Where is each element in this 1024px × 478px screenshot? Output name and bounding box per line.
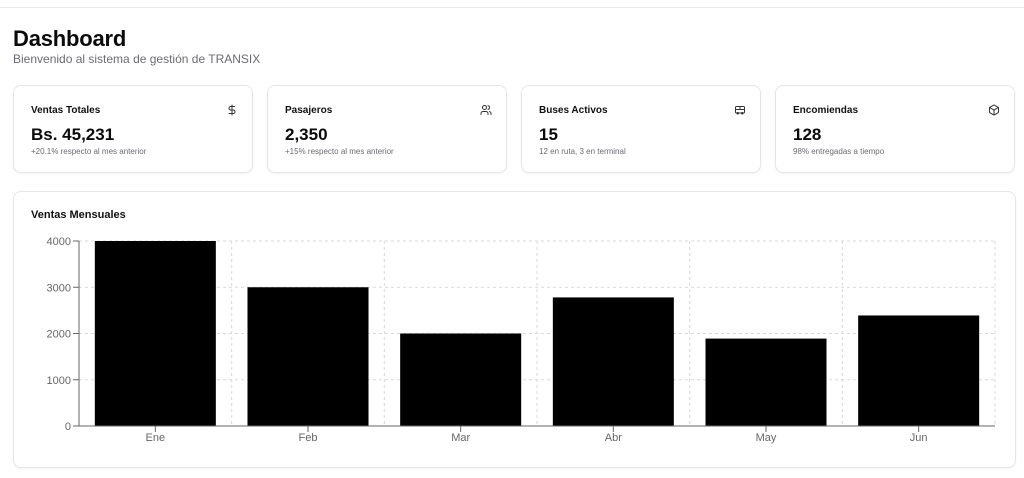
bus-icon	[735, 106, 745, 115]
y-tick-label: 1000	[47, 375, 71, 387]
package-icon	[989, 104, 999, 116]
stat-card-note: +20.1% respecto al mes anterior	[31, 147, 147, 156]
x-tick-label: Jun	[910, 432, 928, 444]
y-tick-label: 3000	[47, 282, 71, 294]
stat-card-note: 98% entregadas a tiempo	[793, 147, 885, 156]
stat-card-value: 128	[793, 125, 822, 144]
stat-card-title: Pasajeros	[285, 105, 333, 116]
y-tick-label: 2000	[47, 329, 71, 341]
x-tick-label: Abr	[605, 432, 622, 444]
stat-card-encomiendas: Encomiendas 128 98% entregadas a tiempo	[775, 85, 1015, 173]
top-divider	[0, 7, 1024, 8]
stat-card-title: Buses Activos	[539, 105, 608, 116]
monthly-sales-chart: 0 1000 2000 3000 4000 Ene Feb Mar Abr May Jun	[47, 236, 996, 444]
bar-abr	[552, 297, 674, 426]
stat-card-value: 15	[539, 125, 558, 144]
stat-card-value: 2,350	[285, 125, 328, 144]
y-tick-label: 0	[65, 421, 71, 433]
x-tick-label: Feb	[299, 432, 318, 444]
dollar-icon	[228, 104, 236, 116]
stat-card-ventas-totales: Ventas Totales Bs. 45,231 +20.1% respect…	[13, 85, 253, 173]
bar-ene	[94, 241, 216, 426]
bar-mar	[400, 333, 522, 426]
stat-card-title: Encomiendas	[793, 105, 859, 116]
x-tick-label: Mar	[451, 432, 470, 444]
stat-card-pasajeros: Pasajeros 2,350 +15% respecto al mes ant…	[267, 85, 507, 173]
y-tick-label: 4000	[47, 236, 71, 248]
bar-jun	[858, 315, 980, 426]
stat-card-note: 12 en ruta, 3 en terminal	[539, 147, 626, 156]
stat-card-note: +15% respecto al mes anterior	[285, 147, 394, 156]
x-tick-label: Ene	[146, 432, 166, 444]
bar-feb	[247, 287, 369, 426]
x-tick-label: May	[756, 432, 777, 444]
page-title: Dashboard	[13, 26, 127, 51]
monthly-sales-card: Ventas Mensuales 0 1000 2000 3000 4000 Ene Feb…	[13, 191, 1016, 468]
page-subtitle: Bienvenido al sistema de gestión de TRAN…	[13, 52, 261, 66]
bar-may	[705, 338, 827, 426]
stat-card-value: Bs. 45,231	[31, 125, 115, 144]
users-icon	[480, 105, 492, 115]
stat-card-title: Ventas Totales	[31, 105, 101, 116]
stat-card-buses-activos: Buses Activos 15 12 en ruta, 3 en termin…	[521, 85, 761, 173]
